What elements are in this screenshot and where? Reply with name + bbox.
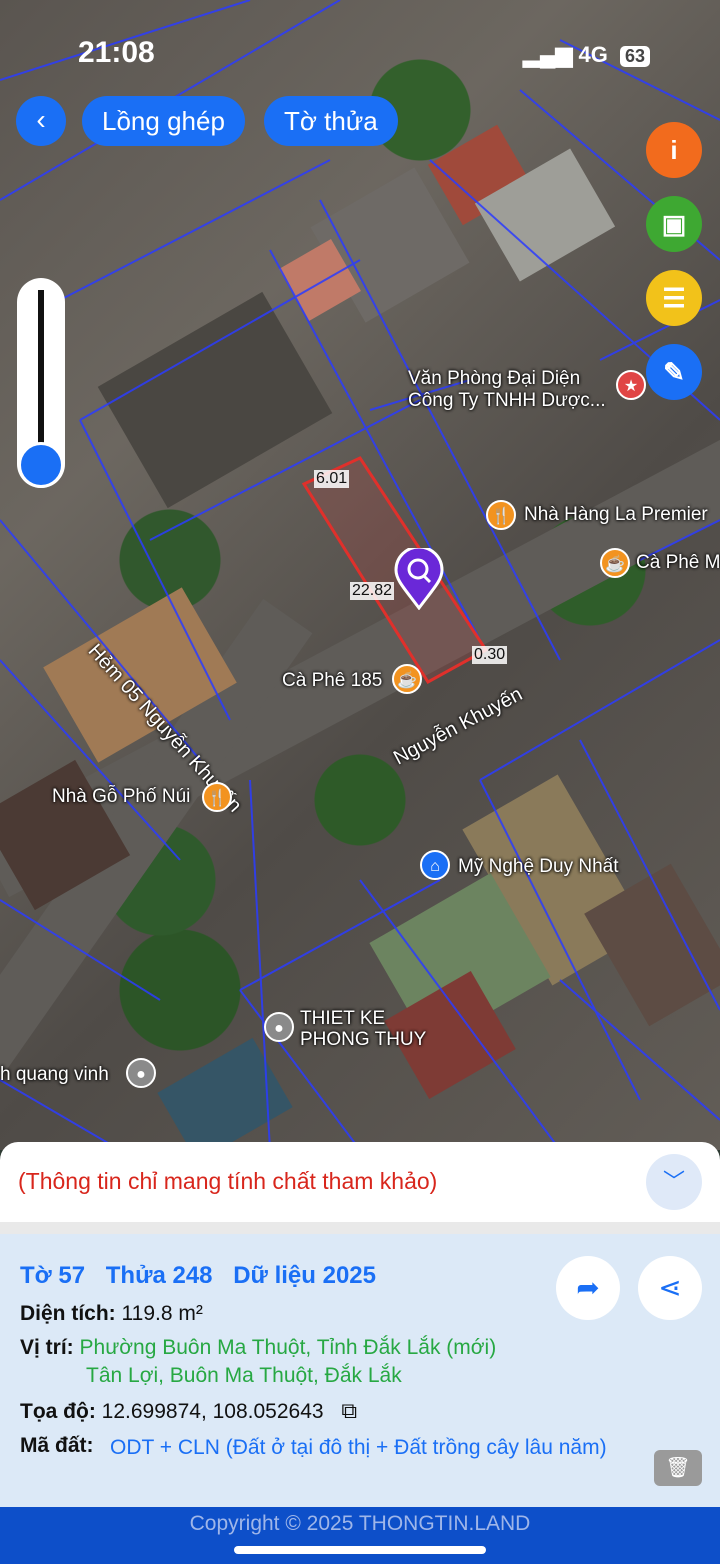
- slider-knob[interactable]: [18, 442, 64, 488]
- sheet-number: Tờ 57: [20, 1262, 86, 1289]
- chevron-down-icon: ﹀: [662, 1169, 685, 1194]
- location-old-row: Tân Lợi, Buôn Ma Thuột, Đắk Lắk: [86, 1364, 402, 1388]
- parcel-title: Tờ 57 Thửa 248 Dữ liệu 2025: [20, 1262, 390, 1290]
- office-poi-icon[interactable]: ★: [616, 370, 646, 400]
- sheet-parcel-button[interactable]: Tờ thửa: [264, 96, 398, 146]
- collapse-button[interactable]: ﹀: [646, 1154, 702, 1210]
- parcel-info-panel: Tờ 57 Thửa 248 Dữ liệu 2025 ➦ ⋖ Diện tíc…: [0, 1222, 720, 1507]
- coords-label: Tọa độ:: [20, 1400, 96, 1423]
- restaurant-label: Nhà Hàng La Premier: [524, 504, 708, 525]
- home-indicator: [234, 1546, 486, 1554]
- status-time: 21:08: [78, 36, 155, 69]
- share-icon: ⋖: [658, 1272, 682, 1303]
- list-button[interactable]: ☰: [646, 270, 702, 326]
- quangvinh-poi-icon[interactable]: ●: [126, 1058, 156, 1088]
- chevron-left-icon: ‹: [36, 104, 46, 135]
- location-row: Vị trí: Phường Buôn Ma Thuột, Tỉnh Đắk L…: [20, 1336, 496, 1360]
- plot-number: Thửa 248: [105, 1262, 213, 1289]
- location-new: Phường Buôn Ma Thuột, Tỉnh Đắk Lắk (mới): [79, 1336, 497, 1359]
- directions-icon: ➦: [576, 1272, 600, 1303]
- info-icon: i: [670, 135, 678, 165]
- save-button[interactable]: ▣: [646, 196, 702, 252]
- area-value: 119.8 m²: [121, 1302, 203, 1325]
- draw-button[interactable]: ✎: [646, 344, 702, 400]
- wood-poi-icon[interactable]: 🍴: [202, 782, 232, 812]
- battery-level: 63: [624, 46, 645, 66]
- cafe185-poi-icon[interactable]: ☕: [392, 664, 422, 694]
- status-bar: 21:08 ▂▄▆ 4G 63: [0, 30, 720, 80]
- area-label: Diện tích:: [20, 1302, 116, 1325]
- wood-label: Nhà Gỗ Phố Núi: [52, 786, 191, 807]
- landcode-value: ODT + CLN (Đất ở tại đô thị + Đất trồng …: [110, 1436, 607, 1459]
- copyright-text: Copyright © 2025 THONGTIN.LAND: [189, 1512, 531, 1535]
- coords-value: 12.699874, 108.052643: [101, 1400, 324, 1423]
- copy-icon[interactable]: ⧉: [341, 1398, 357, 1423]
- info-sheet-header: (Thông tin chỉ mang tính chất tham khảo)…: [0, 1142, 720, 1222]
- trash-icon: 🗑: [665, 1457, 691, 1479]
- landcode-row: Mã đất: ODT + CLN (Đất ở tại đô thị + Đấ…: [20, 1434, 620, 1462]
- office-label: Văn Phòng Đại Diện Công Ty TNHH Dược...: [408, 368, 606, 411]
- list-icon: ☰: [662, 283, 686, 313]
- satellite-map[interactable]: Văn Phòng Đại Diện Công Ty TNHH Dược... …: [0, 0, 720, 1150]
- layer-overlay-button[interactable]: Lồng ghép: [82, 96, 245, 146]
- network-type: 4G: [578, 42, 608, 67]
- edit-icon: ✎: [663, 357, 685, 387]
- delete-button[interactable]: 🗑: [654, 1450, 702, 1486]
- dimension-left: 22.82: [350, 582, 395, 600]
- footer: Copyright © 2025 THONGTIN.LAND: [0, 1507, 720, 1564]
- restaurant-poi-icon[interactable]: 🍴: [486, 500, 516, 530]
- status-indicators: ▂▄▆ 4G 63: [523, 42, 650, 68]
- save-icon: ▣: [661, 209, 687, 239]
- location-old: Tân Lợi, Buôn Ma Thuột, Đắk Lắk: [86, 1364, 402, 1387]
- dimension-top: 6.01: [314, 470, 350, 488]
- cafe185-label: Cà Phê 185: [282, 670, 383, 691]
- fengshui-poi-icon[interactable]: ●: [264, 1012, 294, 1042]
- fengshui-label: THIET KE PHONG THUY: [300, 1008, 427, 1050]
- dimension-right: 0.30: [472, 646, 508, 664]
- back-button[interactable]: ‹: [16, 96, 66, 146]
- data-year: Dữ liệu 2025: [233, 1262, 376, 1289]
- coords-row: Tọa độ: 12.699874, 108.052643 ⧉: [20, 1398, 357, 1424]
- reference-note: (Thông tin chỉ mang tính chất tham khảo): [18, 1168, 438, 1194]
- quangvinh-label: h quang vinh: [0, 1064, 109, 1085]
- location-pin-icon[interactable]: [394, 545, 444, 611]
- location-label: Vị trí:: [20, 1336, 74, 1359]
- cafe-m-label: Cà Phê M: [636, 552, 720, 573]
- directions-button[interactable]: ➦: [556, 1256, 620, 1320]
- battery-icon: 63: [619, 46, 650, 67]
- craft-label: Mỹ Nghệ Duy Nhất: [458, 856, 619, 877]
- info-button[interactable]: i: [646, 122, 702, 178]
- landcode-label: Mã đất:: [20, 1434, 94, 1457]
- cafe-m-poi-icon[interactable]: ☕: [600, 548, 630, 578]
- share-button[interactable]: ⋖: [638, 1256, 702, 1320]
- craft-poi-icon[interactable]: ⌂: [420, 850, 450, 880]
- signal-icon: ▂▄▆: [522, 42, 579, 67]
- area-row: Diện tích: 119.8 m²: [20, 1302, 203, 1326]
- slider-bar: [38, 290, 44, 460]
